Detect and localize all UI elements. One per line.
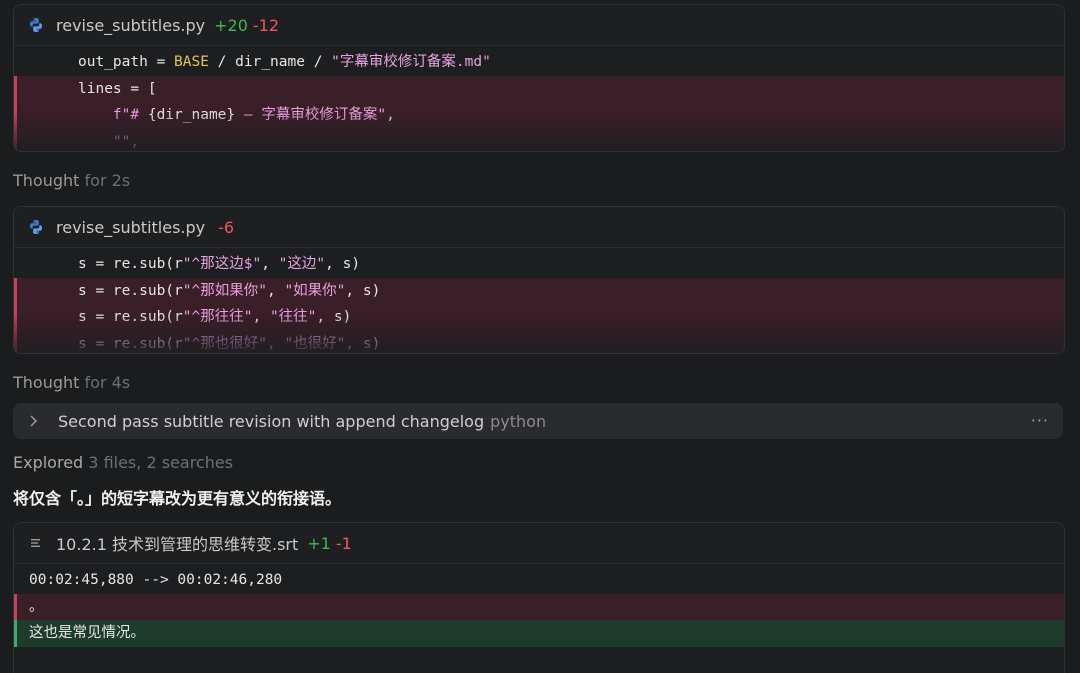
- thought-duration: for 4s: [84, 373, 131, 392]
- string-token: "^那也很好": [182, 335, 267, 352]
- string-token: "这边": [278, 256, 326, 272]
- diff-header[interactable]: 10.2.1 技术到管理的思维转变.srt +1 -1: [14, 523, 1064, 564]
- string-token: "字幕审校修订备案.md": [331, 54, 491, 70]
- code-token: ,: [130, 133, 140, 150]
- run-title: Second pass subtitle revision with appen…: [58, 411, 485, 431]
- code-token: , s): [316, 309, 352, 326]
- code-token: ,: [261, 256, 279, 272]
- code-line: s = re.sub(r"^那也很好", "也很好", s): [14, 330, 1064, 353]
- run-language: python: [490, 411, 547, 431]
- more-options-icon[interactable]: ···: [1031, 411, 1049, 430]
- added-count: +20: [214, 15, 248, 35]
- thought-label: Thought: [13, 373, 80, 392]
- file-name: revise_subtitles.py: [56, 217, 206, 237]
- code-token: / dir_name /: [208, 54, 332, 70]
- thought-status-2[interactable]: Thought for 4s: [13, 373, 130, 392]
- code-token: , s): [345, 335, 381, 352]
- code-token: lines = [: [78, 80, 157, 97]
- code-token: s = re.sub(r: [78, 256, 183, 272]
- string-token: "也很好": [284, 335, 346, 352]
- added-count: +1: [307, 533, 331, 553]
- code-token: 这也是常见情况。: [29, 625, 145, 642]
- string-token: "^那这边$": [182, 256, 262, 272]
- code-token: ,: [252, 309, 270, 326]
- code-line: s = re.sub(r"^那如果你", "如果你", s): [14, 277, 1064, 305]
- file-name: 10.2.1 技术到管理的思维转变.srt: [56, 535, 299, 554]
- string-token: "往往": [269, 309, 317, 326]
- removed-count: -1: [335, 533, 352, 553]
- code-line: lines = [: [14, 75, 1064, 103]
- code-line: f"# {dir_name} — 字幕审校修订备案",: [14, 102, 1064, 129]
- code-token: out_path =: [78, 54, 175, 70]
- file-name: revise_subtitles.py: [56, 15, 206, 35]
- explored-summary[interactable]: Explored 3 files, 2 searches: [13, 453, 233, 472]
- code-line: 这也是常见情况。: [14, 620, 1064, 647]
- code-token: 。: [29, 598, 44, 615]
- code-token: {dir_name}: [147, 107, 236, 124]
- string-token: "^那如果你": [182, 282, 267, 299]
- string-token: "如果你": [284, 282, 346, 299]
- code-line: out_path = BASE / dir_name / "字幕审校修订备案.m…: [14, 49, 1064, 76]
- code-line: 00:02:45,880 --> 00:02:46,280: [14, 567, 1064, 594]
- removed-count: -12: [252, 15, 280, 35]
- diff-body: 00:02:45,880 --> 00:02:46,280 。 这也是常见情况。: [14, 564, 1064, 647]
- code-token: , s): [345, 282, 381, 299]
- code-token: s = re.sub(r: [78, 309, 183, 326]
- code-token: , s): [325, 256, 361, 272]
- python-icon: [28, 219, 44, 235]
- string-token: "^那往往": [182, 309, 253, 326]
- explored-label: Explored: [13, 453, 84, 472]
- string-token: — 字幕审校修订备案": [235, 107, 387, 124]
- explored-detail: 3 files, 2 searches: [88, 453, 234, 472]
- diff-header[interactable]: revise_subtitles.py -6: [14, 207, 1064, 248]
- code-line: s = re.sub(r"^那这边$", "这边", s): [14, 251, 1064, 278]
- code-line: 。: [14, 593, 1064, 621]
- diff-body: s = re.sub(r"^那这边$", "这边", s) s = re.sub…: [14, 248, 1064, 353]
- diff-body: out_path = BASE / dir_name / "字幕审校修订备案.m…: [14, 46, 1064, 151]
- diff-card-3: 10.2.1 技术到管理的思维转变.srt +1 -1 00:02:45,880…: [13, 522, 1065, 673]
- string-token: "": [112, 133, 131, 150]
- removed-count: -6: [218, 217, 235, 237]
- tool-run-row[interactable]: Second pass subtitle revision with appen…: [13, 403, 1063, 439]
- thought-status-1[interactable]: Thought for 2s: [13, 171, 130, 190]
- assistant-message: 将仅含「。」的短字幕改为更有意义的衔接语。: [13, 489, 342, 508]
- code-line: s = re.sub(r"^那往往", "往往", s): [14, 304, 1064, 331]
- code-line: "",: [14, 128, 1064, 151]
- code-token: ,: [386, 107, 395, 124]
- chevron-right-icon[interactable]: [29, 414, 43, 428]
- code-token: 00:02:45,880 --> 00:02:46,280: [29, 572, 283, 588]
- text-lines-icon: [28, 535, 44, 551]
- thought-duration: for 2s: [84, 171, 131, 190]
- string-token: f"#: [112, 107, 148, 124]
- code-token: ,: [266, 335, 285, 352]
- constant-token: BASE: [174, 54, 209, 70]
- python-icon: [28, 17, 44, 33]
- thought-label: Thought: [13, 171, 80, 190]
- diff-header[interactable]: revise_subtitles.py +20 -12: [14, 5, 1064, 46]
- code-token: s = re.sub(r: [78, 335, 183, 352]
- diff-card-1: revise_subtitles.py +20 -12 out_path = B…: [13, 4, 1065, 152]
- code-token: ,: [266, 282, 285, 299]
- code-token: s = re.sub(r: [78, 282, 183, 299]
- diff-card-2: revise_subtitles.py -6 s = re.sub(r"^那这边…: [13, 206, 1065, 354]
